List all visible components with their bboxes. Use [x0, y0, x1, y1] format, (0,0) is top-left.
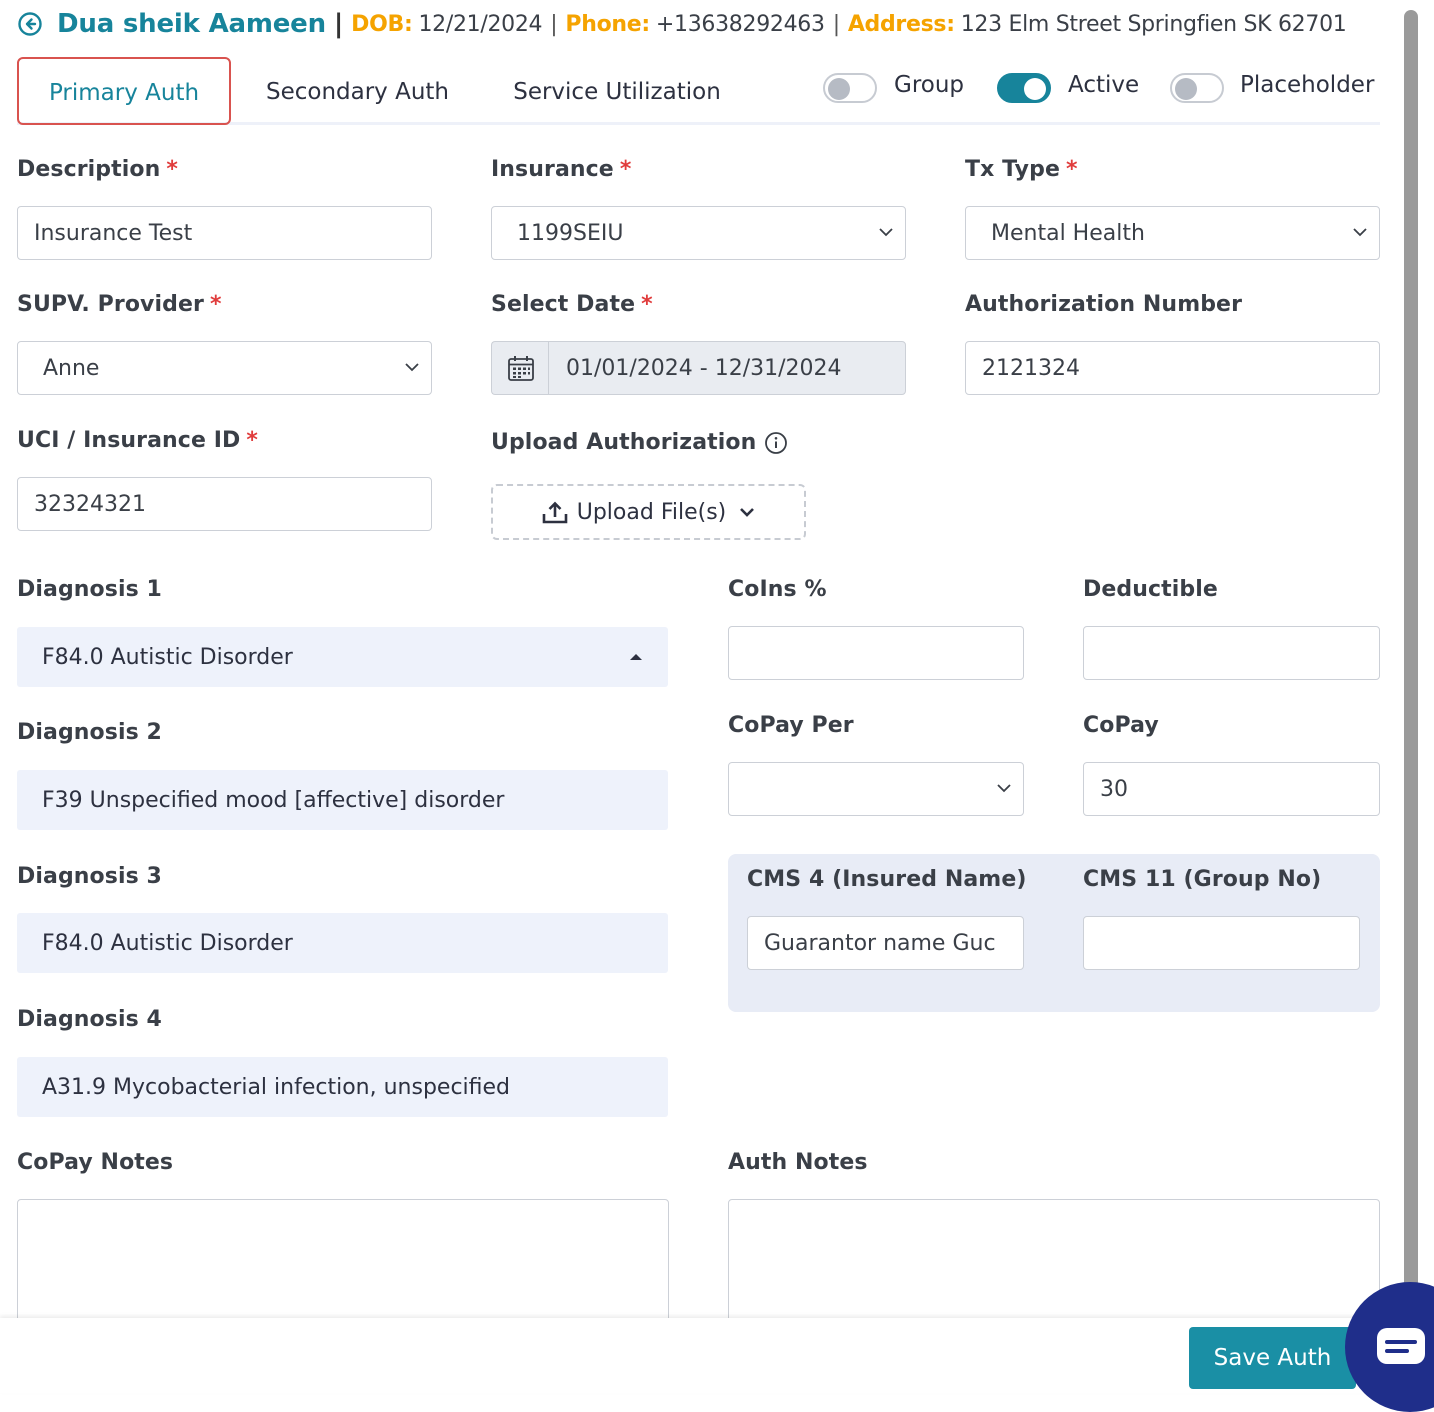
description-input[interactable]: Insurance Test	[17, 206, 432, 260]
chevron-down-icon	[879, 228, 893, 237]
uci-label: UCI / Insurance ID *	[17, 428, 258, 453]
phone-value: +13638292463	[655, 11, 825, 37]
auth-notes-label: Auth Notes	[728, 1150, 868, 1175]
scrollbar-thumb[interactable]	[1404, 10, 1418, 1300]
caret-up-icon	[630, 654, 642, 660]
active-toggle-label: Active	[1068, 72, 1140, 98]
supv-provider-label: SUPV. Provider *	[17, 292, 222, 317]
select-date-label: Select Date *	[491, 292, 653, 317]
tab-secondary-auth[interactable]: Secondary Auth	[250, 62, 465, 122]
diagnosis-1-value: F84.0 Autistic Disorder	[42, 644, 293, 670]
chevron-down-icon	[1353, 228, 1367, 237]
upload-authorization-label: Upload Authorization	[491, 430, 788, 455]
date-range-input[interactable]: 01/01/2024 - 12/31/2024	[548, 341, 906, 395]
back-circle-icon[interactable]	[17, 11, 43, 37]
auth-notes-textarea[interactable]	[728, 1199, 1380, 1329]
diagnosis-2-select[interactable]: F39 Unspecified mood [affective] disorde…	[17, 770, 668, 830]
coins-input[interactable]	[728, 626, 1024, 680]
placeholder-toggle[interactable]	[1170, 73, 1224, 103]
uci-input[interactable]: 32324321	[17, 477, 432, 531]
diagnosis-2-label: Diagnosis 2	[17, 720, 162, 745]
supv-provider-select[interactable]: Anne	[17, 341, 432, 395]
required-asterisk: *	[166, 157, 179, 182]
address-value: 123 Elm Street Springfien SK 62701	[960, 11, 1347, 37]
copay-input[interactable]: 30	[1083, 762, 1380, 816]
required-asterisk: *	[209, 292, 222, 317]
diagnosis-4-label: Diagnosis 4	[17, 1007, 162, 1032]
required-asterisk: *	[641, 292, 653, 317]
patient-header: Dua sheik Aameen | DOB: 12/21/2024 | Pho…	[17, 8, 1347, 40]
header-separator: |	[550, 11, 558, 37]
copay-notes-textarea[interactable]	[17, 1199, 669, 1329]
date-picker-button[interactable]	[491, 341, 549, 395]
address-label: Address:	[847, 11, 955, 37]
diagnosis-3-select[interactable]: F84.0 Autistic Disorder	[17, 913, 668, 973]
insurance-value: 1199SEIU	[517, 220, 624, 246]
deductible-input[interactable]	[1083, 626, 1380, 680]
diagnosis-1-select[interactable]: F84.0 Autistic Disorder	[17, 627, 668, 687]
tx-type-value: Mental Health	[991, 220, 1145, 246]
header-separator: |	[333, 9, 344, 39]
chevron-down-icon	[740, 508, 755, 517]
chevron-down-icon	[997, 784, 1011, 793]
required-asterisk: *	[619, 157, 632, 182]
insurance-select[interactable]: 1199SEIU	[491, 206, 906, 260]
chat-icon	[1377, 1328, 1425, 1364]
upload-icon	[542, 501, 568, 524]
diagnosis-2-value: F39 Unspecified mood [affective] disorde…	[42, 787, 505, 813]
dob-label: DOB:	[351, 11, 413, 37]
header-separator: |	[832, 11, 840, 37]
upload-files-button[interactable]: Upload File(s)	[491, 484, 806, 540]
calendar-icon	[507, 356, 534, 381]
diagnosis-3-value: F84.0 Autistic Disorder	[42, 930, 293, 956]
copay-notes-label: CoPay Notes	[17, 1150, 174, 1175]
deductible-label: Deductible	[1083, 577, 1218, 602]
diagnosis-4-select[interactable]: A31.9 Mycobacterial infection, unspecifi…	[17, 1057, 668, 1117]
group-toggle-label: Group	[894, 72, 965, 98]
required-asterisk: *	[246, 428, 258, 453]
tab-service-utilization[interactable]: Service Utilization	[497, 62, 737, 122]
upload-files-label: Upload File(s)	[576, 499, 727, 525]
cms11-input[interactable]	[1083, 916, 1360, 970]
copay-label: CoPay	[1083, 713, 1159, 738]
info-icon[interactable]	[764, 431, 788, 455]
authorization-number-input[interactable]: 2121324	[965, 341, 1380, 395]
diagnosis-3-label: Diagnosis 3	[17, 864, 162, 889]
placeholder-toggle-label: Placeholder	[1240, 72, 1375, 98]
dob-value: 12/21/2024	[418, 11, 543, 37]
tx-type-select[interactable]: Mental Health	[965, 206, 1380, 260]
required-asterisk: *	[1065, 157, 1078, 182]
chevron-down-icon	[405, 363, 419, 372]
tx-type-label: Tx Type *	[965, 157, 1078, 182]
group-toggle[interactable]	[823, 73, 877, 103]
cms11-label: CMS 11 (Group No)	[1083, 867, 1322, 892]
diagnosis-1-label: Diagnosis 1	[17, 577, 162, 602]
phone-label: Phone:	[565, 11, 650, 37]
cms4-label: CMS 4 (Insured Name)	[747, 867, 1027, 892]
patient-name: Dua sheik Aameen	[57, 9, 326, 39]
active-toggle[interactable]	[997, 73, 1051, 103]
coins-label: CoIns %	[728, 577, 827, 602]
authorization-number-label: Authorization Number	[965, 292, 1243, 317]
diagnosis-4-value: A31.9 Mycobacterial infection, unspecifi…	[42, 1074, 511, 1100]
insurance-label: Insurance *	[491, 157, 632, 182]
copay-per-label: CoPay Per	[728, 713, 854, 738]
description-label: Description *	[17, 157, 179, 182]
tab-primary-auth[interactable]: Primary Auth	[17, 57, 231, 125]
supv-provider-value: Anne	[43, 355, 100, 381]
cms4-input[interactable]: Guarantor name Guc	[747, 916, 1024, 970]
save-auth-button[interactable]: Save Auth	[1189, 1327, 1356, 1389]
copay-per-select[interactable]	[728, 762, 1024, 816]
